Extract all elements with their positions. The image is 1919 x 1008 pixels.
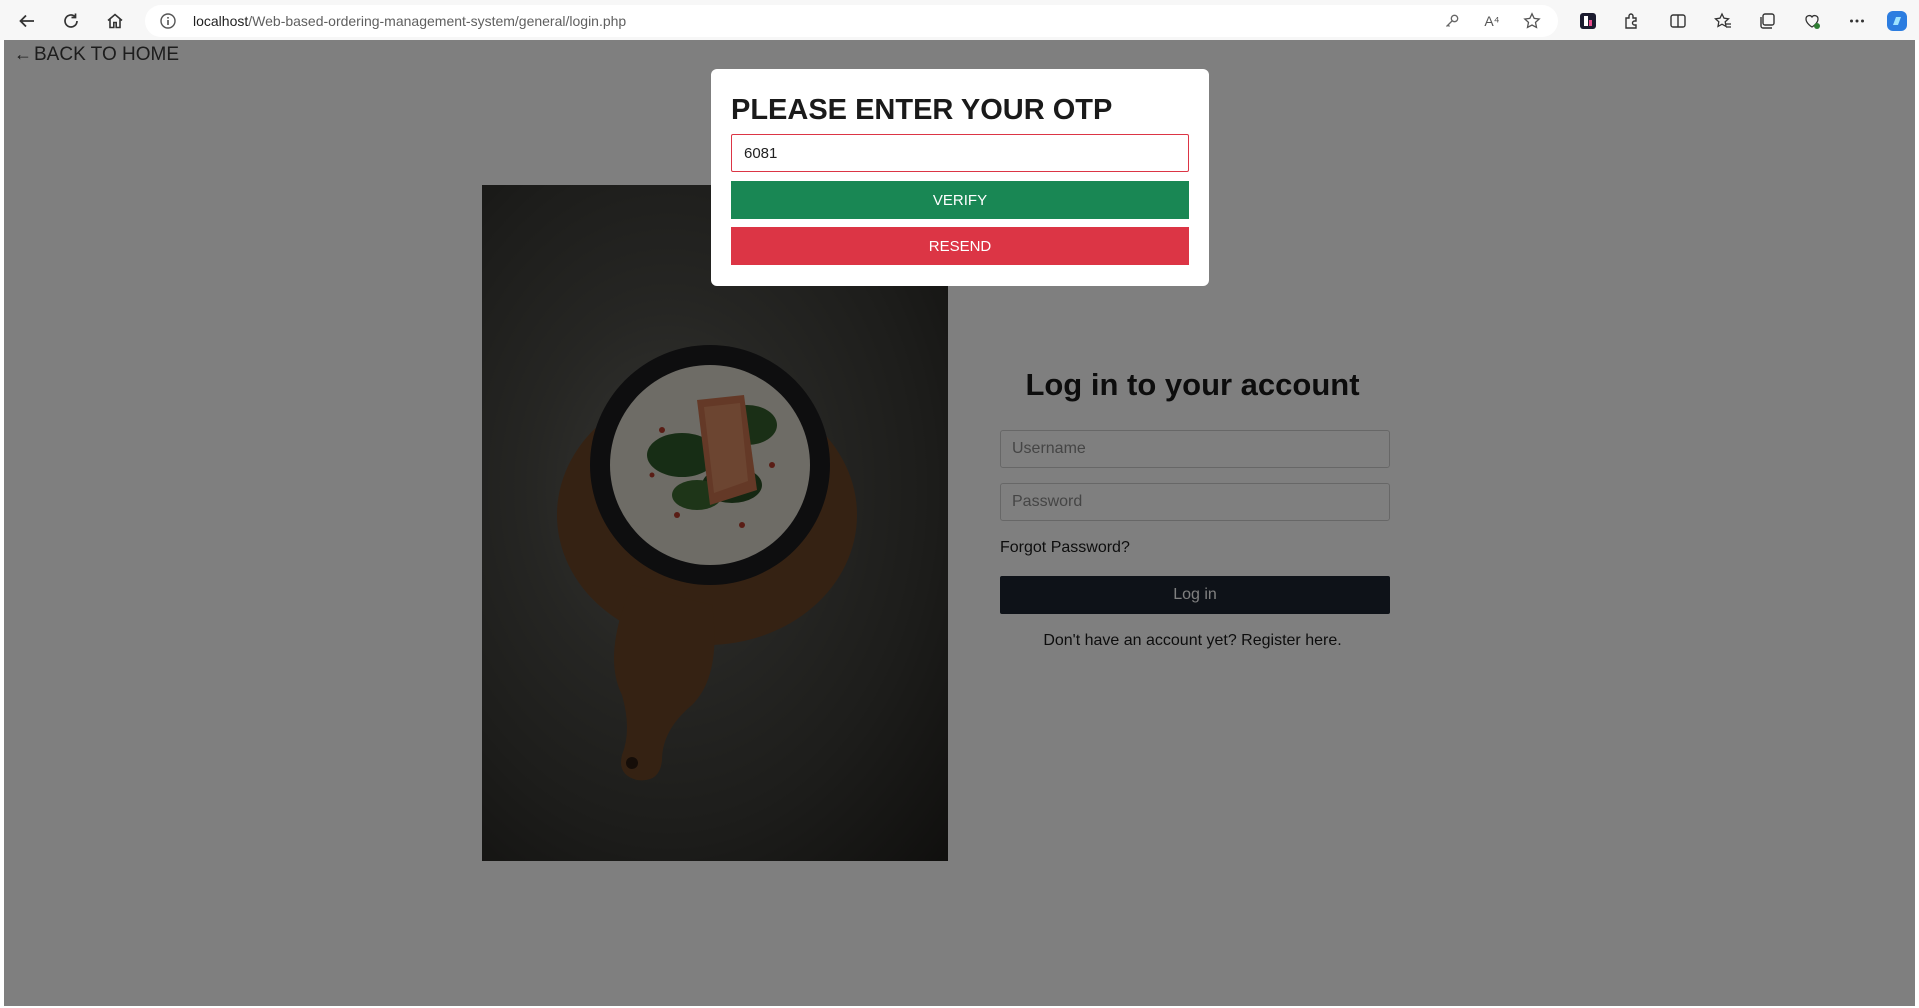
otp-modal-title: PLEASE ENTER YOUR OTP bbox=[731, 94, 1113, 126]
info-icon[interactable] bbox=[159, 12, 177, 30]
favorite-star-icon[interactable] bbox=[1522, 11, 1542, 31]
split-screen-icon[interactable] bbox=[1666, 9, 1690, 33]
browser-toolbar: localhost/Web-based-ordering-management-… bbox=[0, 0, 1919, 40]
extension-b-icon[interactable] bbox=[1576, 9, 1600, 33]
puzzle-icon[interactable] bbox=[1620, 9, 1644, 33]
verify-button[interactable]: VERIFY bbox=[731, 181, 1189, 219]
otp-input[interactable] bbox=[731, 134, 1189, 172]
performance-icon[interactable] bbox=[1800, 9, 1824, 33]
more-icon[interactable] bbox=[1845, 9, 1869, 33]
home-icon[interactable] bbox=[102, 8, 128, 34]
resend-button[interactable]: RESEND bbox=[731, 227, 1189, 265]
favorites-icon[interactable] bbox=[1711, 9, 1735, 33]
back-icon[interactable] bbox=[14, 8, 40, 34]
page-viewport: ←BACK TO HOME bbox=[4, 40, 1915, 1006]
copilot-icon[interactable] bbox=[1885, 9, 1909, 33]
refresh-icon[interactable] bbox=[58, 8, 84, 34]
url-host: localhost bbox=[193, 13, 249, 29]
collections-icon[interactable] bbox=[1755, 9, 1779, 33]
address-bar[interactable]: localhost/Web-based-ordering-management-… bbox=[145, 5, 1558, 37]
otp-modal: PLEASE ENTER YOUR OTP VERIFY RESEND bbox=[711, 69, 1209, 286]
url-path: /Web-based-ordering-management-system/ge… bbox=[248, 13, 627, 29]
url-text[interactable]: localhost/Web-based-ordering-management-… bbox=[193, 13, 626, 29]
key-icon[interactable] bbox=[1442, 11, 1462, 31]
read-aloud-icon[interactable]: A⁴ bbox=[1482, 11, 1502, 31]
